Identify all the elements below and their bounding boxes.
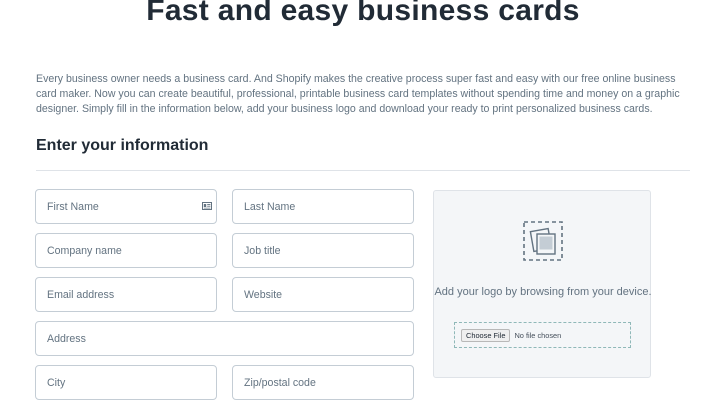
intro-paragraph: Every business owner needs a business ca… — [36, 73, 680, 115]
address-input[interactable] — [36, 322, 413, 355]
city-field[interactable] — [35, 365, 217, 400]
website-field[interactable] — [232, 277, 414, 312]
job-title-field[interactable] — [232, 233, 414, 268]
zip-code-input[interactable] — [233, 366, 413, 399]
page-title: Fast and easy business cards — [146, 0, 580, 27]
company-name-field[interactable] — [35, 233, 217, 268]
first-name-field[interactable] — [35, 189, 217, 224]
email-input[interactable] — [36, 278, 216, 311]
address-field[interactable] — [35, 321, 414, 356]
logo-upload-panel[interactable]: Add your logo by browsing from your devi… — [433, 190, 652, 378]
job-title-input[interactable] — [233, 234, 413, 267]
first-name-input[interactable] — [36, 190, 216, 223]
website-input[interactable] — [233, 278, 413, 311]
choose-file-button[interactable]: Choose File — [461, 328, 511, 342]
file-input[interactable]: Choose File No file chosen — [454, 322, 631, 348]
contact-card-icon — [202, 202, 212, 210]
company-name-input[interactable] — [36, 234, 216, 267]
last-name-input[interactable] — [233, 190, 413, 223]
last-name-field[interactable] — [232, 189, 414, 224]
zip-code-field[interactable] — [232, 365, 414, 400]
image-upload-icon — [523, 221, 563, 261]
file-status: No file chosen — [514, 330, 562, 340]
section-heading: Enter your information — [36, 137, 209, 154]
section-divider — [36, 170, 690, 171]
city-input[interactable] — [36, 366, 216, 399]
upload-prompt: Add your logo by browsing from your devi… — [434, 286, 652, 298]
email-field[interactable] — [35, 277, 217, 312]
